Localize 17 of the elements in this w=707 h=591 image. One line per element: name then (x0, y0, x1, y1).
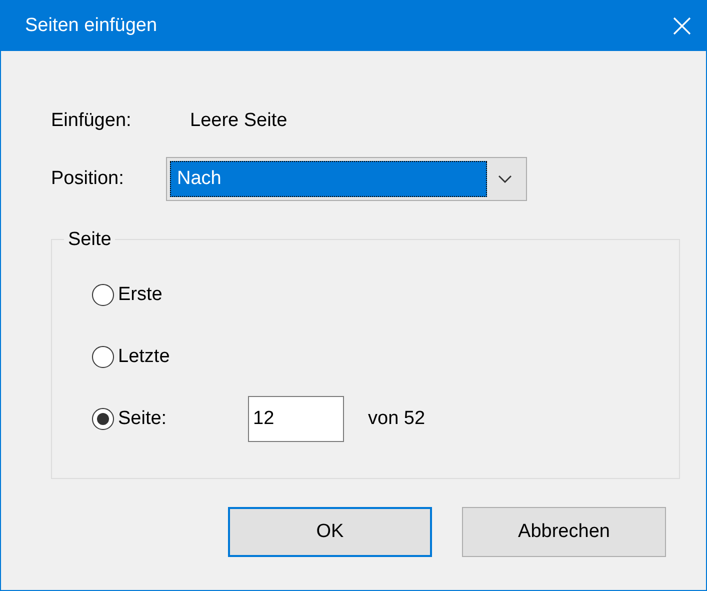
chevron-down-icon (497, 174, 513, 184)
option-label: Erste (118, 284, 162, 305)
close-icon[interactable] (672, 16, 692, 36)
position-label: Position: (51, 168, 124, 189)
insert-value: Leere Seite (190, 108, 288, 133)
page-number-field[interactable]: 12 (248, 396, 344, 442)
page-count: von 52 (368, 406, 426, 431)
radio-button[interactable] (92, 346, 114, 368)
cancel-button[interactable]: Abbrechen (462, 507, 666, 557)
insert-label: Einfügen: (51, 108, 132, 133)
radio-button[interactable] (92, 408, 114, 430)
position-dropdown[interactable]: Nach (166, 157, 527, 201)
option-label: Seite: (118, 408, 167, 429)
ok-button[interactable]: OK (228, 507, 432, 557)
radio-button[interactable] (92, 284, 114, 306)
window-title: Seiten einfügen (25, 14, 158, 38)
option-label: Letzte (118, 346, 170, 367)
